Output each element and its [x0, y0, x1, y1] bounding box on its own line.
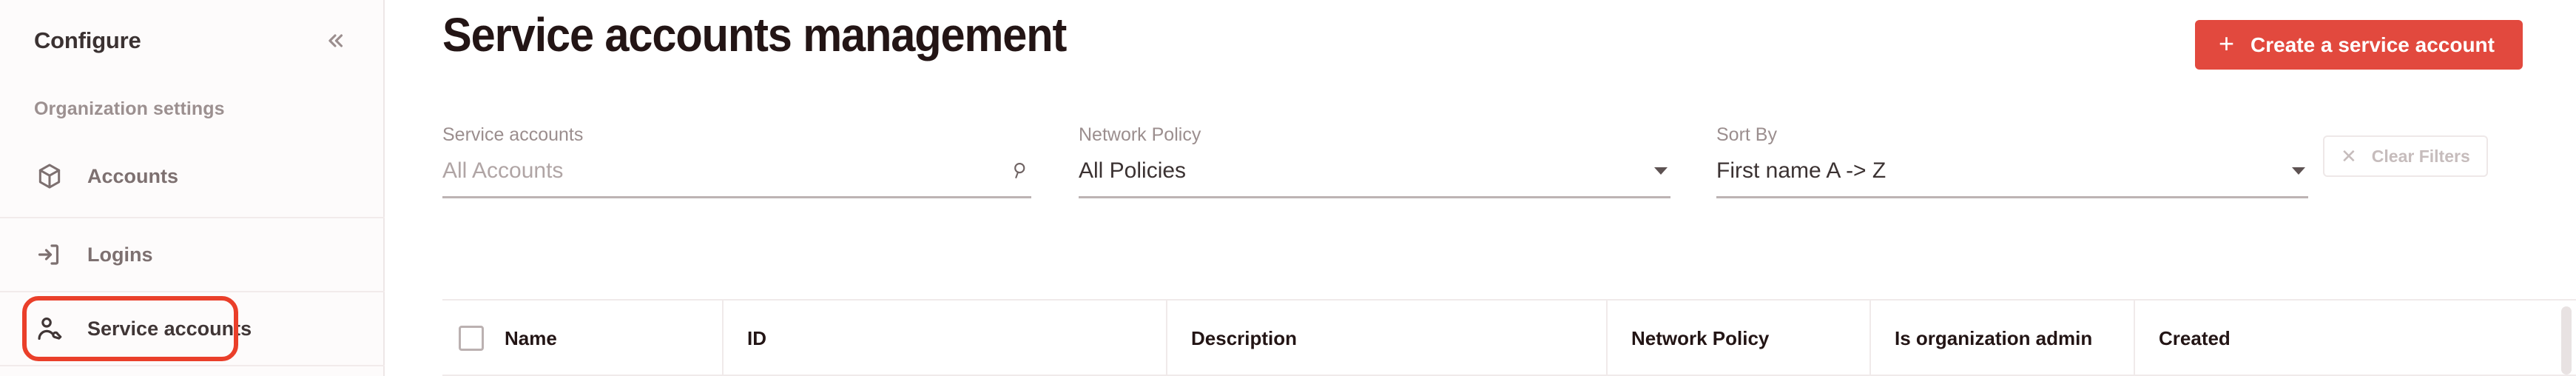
sort-by-selected-value: First name A -> Z — [1716, 158, 1887, 183]
service-accounts-filter-label: Service accounts — [442, 124, 584, 145]
plus-icon: + — [2219, 27, 2235, 58]
sidebar-title: Configure — [34, 27, 141, 53]
sidebar-divider — [0, 365, 385, 366]
chevron-down-icon[interactable] — [1654, 167, 1668, 175]
create-service-account-label: Create a service account — [2250, 33, 2495, 56]
service-accounts-filter: Service accounts All Accounts — [442, 124, 1031, 198]
network-policy-select[interactable]: All Policies — [1079, 160, 1670, 198]
create-service-account-button[interactable]: + Create a service account — [2195, 20, 2523, 70]
chevron-double-left-icon[interactable] — [318, 24, 352, 58]
search-icon[interactable] — [1011, 160, 1031, 181]
login-arrow-icon — [34, 239, 65, 270]
table-header-is-organization-admin[interactable]: Is organization admin — [1871, 301, 2135, 376]
sidebar: Configure Organization settings Accounts — [0, 0, 385, 376]
table-header-created-label: Created — [2159, 326, 2231, 349]
sidebar-item-accounts[interactable]: Accounts — [0, 139, 385, 213]
sidebar-item-label: Logins — [87, 243, 153, 266]
clear-filters-button[interactable]: ✕ Clear Filters — [2323, 135, 2488, 177]
table-header-network-policy[interactable]: Network Policy — [1608, 301, 1871, 376]
user-wrench-icon — [34, 313, 65, 344]
network-policy-filter: Network Policy All Policies — [1079, 124, 1670, 198]
table-header-created[interactable]: Created — [2135, 301, 2549, 376]
main-content: Service accounts management + Create a s… — [385, 0, 2576, 376]
table-header-id[interactable]: ID — [724, 301, 1167, 376]
page-title: Service accounts management — [442, 8, 1067, 61]
sidebar-item-logins[interactable]: Logins — [0, 217, 385, 291]
sidebar-item-service-accounts[interactable]: Service accounts — [0, 291, 385, 365]
chevron-down-icon[interactable] — [2292, 167, 2305, 175]
table-header-description[interactable]: Description — [1167, 301, 1608, 376]
network-policy-filter-label: Network Policy — [1079, 124, 1201, 145]
select-all-checkbox[interactable] — [459, 326, 484, 351]
table-header-name-label: Name — [505, 326, 557, 349]
table-header-name[interactable]: Name — [442, 301, 724, 376]
sidebar-section-label: Organization settings — [34, 98, 225, 119]
clear-filters-label: Clear Filters — [2371, 146, 2470, 166]
close-x-icon: ✕ — [2341, 145, 2357, 167]
cube-icon — [34, 161, 65, 192]
sort-by-select[interactable]: First name A -> Z — [1716, 160, 2308, 198]
search-input[interactable]: All Accounts — [442, 160, 1031, 198]
sidebar-header: Configure — [0, 0, 385, 81]
sort-by-filter: Sort By First name A -> Z — [1716, 124, 2308, 198]
table-header-description-label: Description — [1191, 326, 1298, 349]
search-input-placeholder: All Accounts — [442, 158, 564, 183]
table-header-network-policy-label: Network Policy — [1631, 326, 1770, 349]
service-accounts-table: Name ID Description Network Policy Is or… — [442, 299, 2576, 376]
table-header-id-label: ID — [747, 326, 766, 349]
network-policy-selected-value: All Policies — [1079, 158, 1187, 183]
table-header-row: Name ID Description Network Policy Is or… — [442, 301, 2576, 376]
sidebar-item-label: Accounts — [87, 164, 179, 187]
table-scrollbar-thumb[interactable] — [2561, 306, 2572, 375]
filter-bar: Service accounts All Accounts Network Po… — [385, 126, 2576, 207]
sort-by-filter-label: Sort By — [1716, 124, 1777, 145]
sidebar-item-label: Service accounts — [87, 317, 252, 340]
table-header-is-organization-admin-label: Is organization admin — [1895, 326, 2093, 349]
service-accounts-page: Configure Organization settings Accounts — [0, 0, 2576, 376]
